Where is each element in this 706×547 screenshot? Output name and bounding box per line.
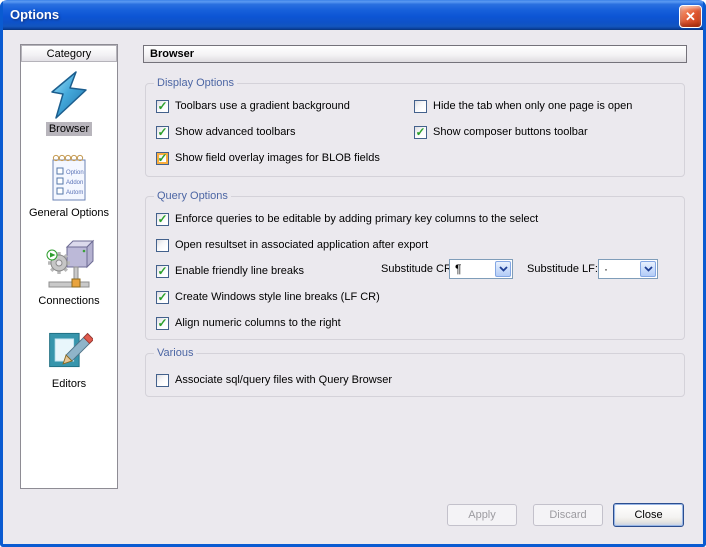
checkbox-label: Enforce queries to be editable by adding… [175,213,538,225]
substitute-lf-combobox[interactable]: · [598,259,658,279]
checkbox-label: Show field overlay images for BLOB field… [175,152,380,164]
checkbox[interactable]: ✓ [156,317,169,330]
checkmark-icon: ✓ [157,317,167,329]
checkbox[interactable]: ✓ [156,100,169,113]
server-gear-network-icon [43,237,95,291]
frame-pencil-icon [45,326,93,374]
checkbox[interactable] [156,239,169,252]
checkbox-blob-field-overlay[interactable]: ✓ Show field overlay images for BLOB fie… [156,151,380,165]
group-query-options: Query Options ✓ Enforce queries to be ed… [145,196,685,340]
chevron-down-icon [644,266,653,272]
checkbox-composer-buttons-toolbar[interactable]: ✓ Show composer buttons toolbar [414,125,588,139]
checkbox[interactable]: ✓ [156,291,169,304]
close-button[interactable]: Close [613,503,684,527]
checkbox-label: Associate sql/query files with Query Bro… [175,374,392,386]
sidebar-item-label: General Options [26,206,112,220]
checkmark-icon: ✓ [415,126,425,138]
group-title: Display Options [154,77,237,89]
checkbox[interactable]: ✓ [156,152,169,165]
window-title: Options [10,7,59,22]
sidebar-item-browser[interactable]: Browser [46,71,92,136]
substitute-lf-value: · [599,260,639,278]
checkbox[interactable]: ✓ [156,265,169,278]
sidebar-item-label: Connections [35,294,102,308]
checkmark-icon: ✓ [157,100,167,112]
checkbox-hide-tab-single-page[interactable]: Hide the tab when only one page is open [414,99,632,113]
checkbox-label: Open resultset in associated application… [175,239,428,251]
checkbox-label: Enable friendly line breaks [175,265,304,277]
sidebar-item-connections[interactable]: Connections [35,237,102,308]
checkbox-label: Hide the tab when only one page is open [433,100,632,112]
checkbox-open-resultset-after-export[interactable]: Open resultset in associated application… [156,238,428,252]
checkbox[interactable] [156,374,169,387]
checkbox-align-numeric-right[interactable]: ✓ Align numeric columns to the right [156,316,341,330]
options-dialog: Options ✕ Category Browser [0,0,706,547]
checkbox-label: Create Windows style line breaks (LF CR) [175,291,380,303]
checkmark-icon: ✓ [157,213,167,225]
combo-dropdown-button[interactable] [640,261,656,277]
checkmark-icon: ✓ [157,265,167,277]
checkmark-icon: ✓ [157,291,167,303]
checkbox[interactable] [414,100,427,113]
svg-text:Option: Option [66,170,84,176]
group-title: Various [154,347,196,359]
checkbox-label: Align numeric columns to the right [175,317,341,329]
discard-button[interactable]: Discard [533,504,603,526]
group-display-options: Display Options ✓ Toolbars use a gradien… [145,83,685,177]
page-title: Browser [143,45,687,63]
sidebar-item-general-options[interactable]: Option Addon Autom General Options [26,151,112,220]
checkbox-show-advanced-toolbars[interactable]: ✓ Show advanced toolbars [156,125,295,139]
category-sidebar: Category Browser [20,44,118,489]
category-header: Category [21,45,117,62]
checkmark-icon: ✓ [157,126,167,138]
substitute-lf-label: Substitude LF: [527,263,598,275]
group-various: Various Associate sql/query files with Q… [145,353,685,397]
substitute-cr-value: ¶ [450,260,494,278]
sidebar-item-label: Browser [46,122,92,136]
chevron-down-icon [499,266,508,272]
sidebar-item-label: Editors [49,377,89,391]
svg-text:Autom: Autom [66,190,83,196]
checkbox-label: Show advanced toolbars [175,126,295,138]
checkbox-label: Show composer buttons toolbar [433,126,588,138]
checkbox[interactable]: ✓ [414,126,427,139]
combo-dropdown-button[interactable] [495,261,511,277]
checkbox-enforce-editable-queries[interactable]: ✓ Enforce queries to be editable by addi… [156,212,538,226]
group-title: Query Options [154,190,231,202]
notepad-icon: Option Addon Autom [46,151,92,203]
apply-button[interactable]: Apply [447,504,517,526]
substitute-cr-combobox[interactable]: ¶ [449,259,513,279]
checkbox-label: Toolbars use a gradient background [175,100,350,112]
checkbox[interactable]: ✓ [156,213,169,226]
checkmark-icon: ✓ [157,152,167,164]
close-icon: ✕ [685,10,696,23]
svg-text:Addon: Addon [66,180,83,186]
substitute-cr-label: Substitude CR: [381,263,455,275]
title-bar: Options ✕ [0,0,706,30]
sidebar-item-editors[interactable]: Editors [45,326,93,391]
lightning-bolt-icon [47,71,91,119]
checkbox-associate-sql-files[interactable]: Associate sql/query files with Query Bro… [156,373,392,387]
checkbox-friendly-line-breaks[interactable]: ✓ Enable friendly line breaks [156,264,304,278]
checkbox[interactable]: ✓ [156,126,169,139]
checkbox-toolbars-gradient[interactable]: ✓ Toolbars use a gradient background [156,99,350,113]
titlebar-close-button[interactable]: ✕ [679,5,702,28]
checkbox-windows-line-breaks[interactable]: ✓ Create Windows style line breaks (LF C… [156,290,380,304]
